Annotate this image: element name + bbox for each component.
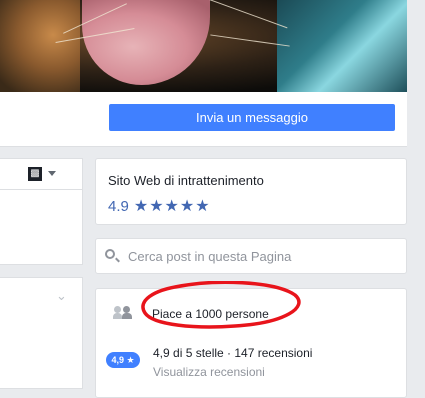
page-category[interactable]: Sito Web di intrattenimento bbox=[108, 173, 264, 188]
left-panel-card: ▩ bbox=[0, 158, 83, 265]
search-icon bbox=[105, 249, 115, 259]
red-highlight-annotation bbox=[141, 281, 301, 329]
caret-down-icon[interactable] bbox=[48, 171, 56, 176]
rating-value: 4.9 bbox=[108, 197, 129, 215]
people-icon bbox=[113, 306, 134, 320]
cover-cat-tongue bbox=[82, 0, 210, 85]
about-card: Sito Web di intrattenimento 4.9 ★★★★★ bbox=[95, 158, 407, 225]
view-reviews-link[interactable]: Visualizza recensioni bbox=[153, 365, 265, 379]
chevron-down-icon[interactable]: ⌄ bbox=[56, 288, 67, 304]
review-summary: 4,9 di 5 stelle · 147 recensioni bbox=[153, 346, 313, 360]
cover-whisker bbox=[202, 0, 288, 29]
left-panel-header: ▩ bbox=[0, 159, 82, 190]
cover-background bbox=[277, 0, 407, 92]
send-message-button[interactable]: Invia un messaggio bbox=[109, 104, 395, 131]
cover-photo[interactable] bbox=[0, 0, 407, 92]
rating-badge: 4,9 ★ bbox=[106, 352, 140, 368]
rating-stars-icon: ★★★★★ bbox=[133, 198, 211, 215]
community-card: Piace a 1000 persone 4,9 ★ 4,9 di 5 stel… bbox=[95, 281, 407, 398]
search-card bbox=[95, 238, 407, 274]
left-post-card bbox=[0, 277, 83, 389]
hashtag-icon[interactable]: ▩ bbox=[28, 167, 42, 181]
cover-cat-fur bbox=[0, 0, 80, 92]
search-posts-input[interactable] bbox=[128, 239, 398, 273]
page-rating[interactable]: 4.9 ★★★★★ bbox=[108, 196, 211, 216]
